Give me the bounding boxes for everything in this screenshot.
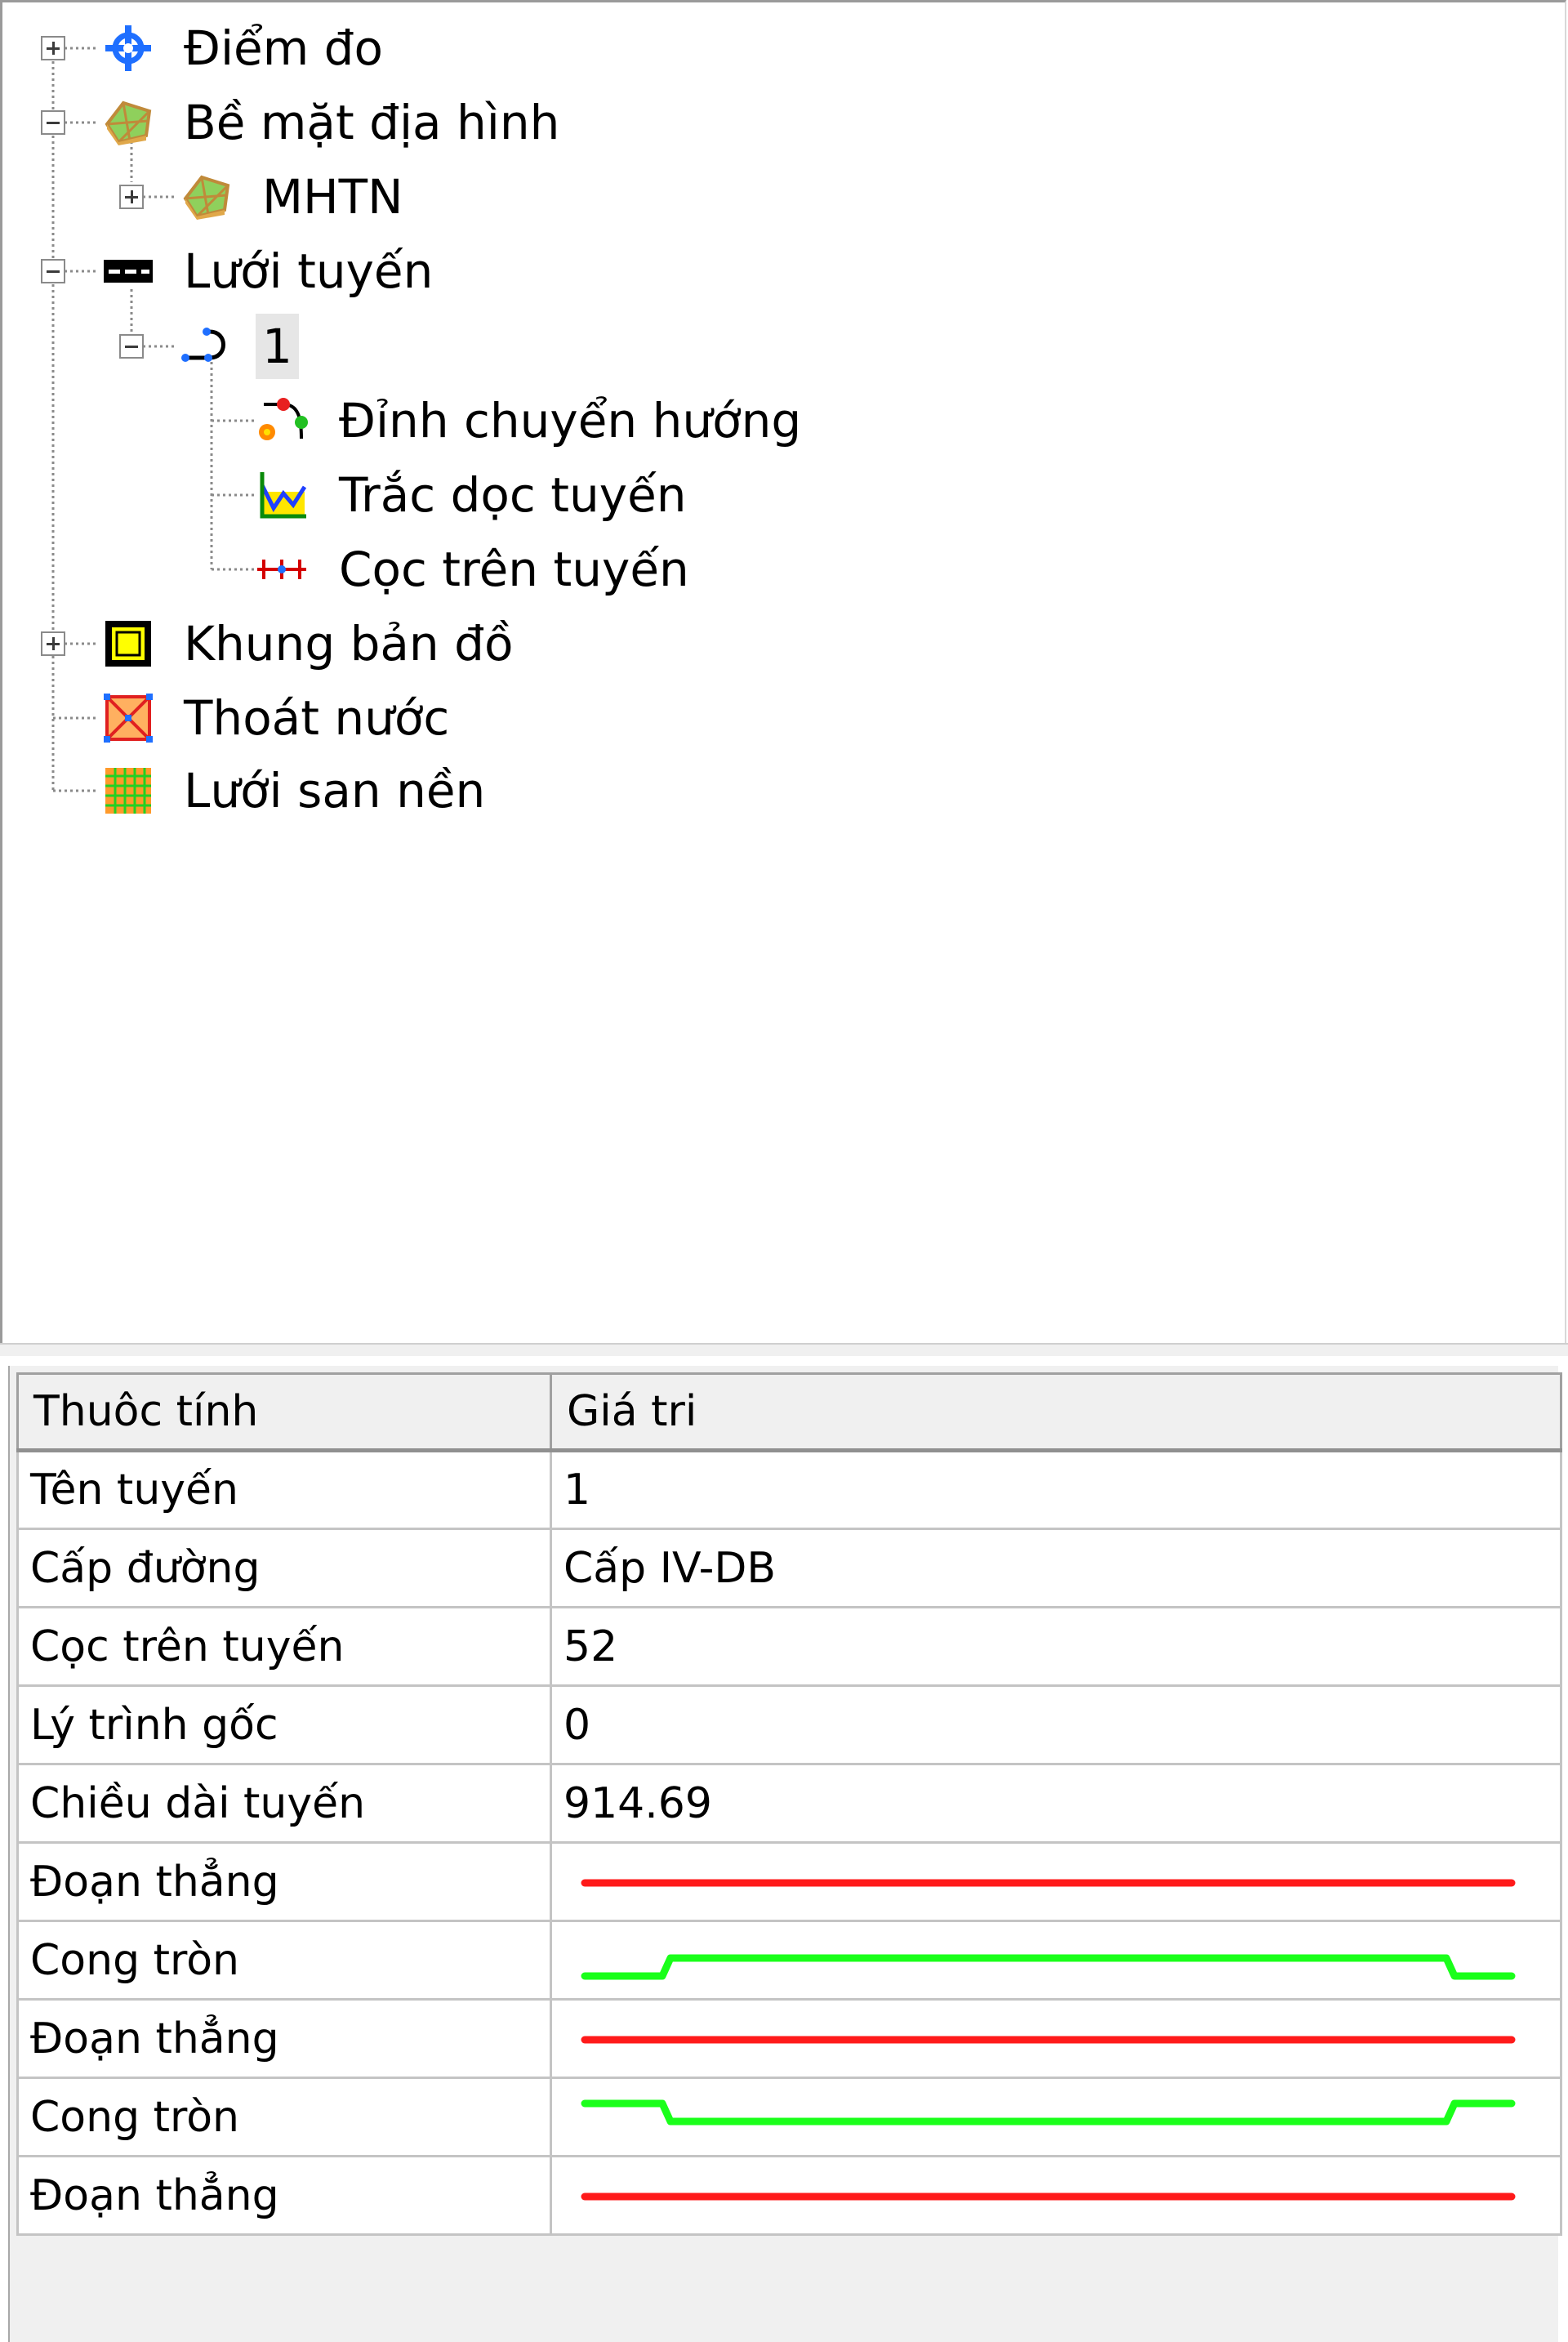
- property-name: Lý trình gốc: [16, 1684, 552, 1765]
- tree-node-khung-ban-do[interactable]: Khung bản đồ: [184, 611, 513, 676]
- panel-splitter[interactable]: [0, 1343, 1568, 1356]
- survey-point-icon: [102, 22, 154, 74]
- tree-node-trac-doc-tuyen[interactable]: Trắc dọc tuyến: [339, 462, 687, 528]
- collapse-toggle-luoi-tuyen[interactable]: [41, 259, 65, 283]
- collapse-toggle-be-mat-dia-hinh[interactable]: [41, 110, 65, 135]
- tree-node-label: Thoát nước: [184, 690, 450, 746]
- tree-node-label: Trắc dọc tuyến: [339, 467, 687, 523]
- tree-node-be-mat-dia-hinh[interactable]: Bề mặt địa hình: [184, 90, 559, 155]
- segment-graphic-cell[interactable]: [550, 1998, 1562, 2079]
- tree-node-label: Đỉnh chuyển hướng: [339, 393, 802, 448]
- property-name: Cong tròn: [16, 2077, 552, 2157]
- segment-graphic-cell[interactable]: [550, 2077, 1562, 2157]
- terrain-surface-icon: [102, 96, 154, 149]
- straight-segment-line: [581, 2193, 1516, 2200]
- property-row[interactable]: Chiều dài tuyến 914.69: [16, 1763, 1562, 1844]
- property-value[interactable]: Cấp IV-DB: [550, 1528, 1562, 1608]
- expand-toggle-khung-ban-do[interactable]: [41, 631, 65, 656]
- tree-node-label: Khung bản đồ: [184, 616, 514, 671]
- segment-graphic-cell[interactable]: [550, 2155, 1562, 2236]
- collapse-toggle-1[interactable]: [119, 334, 144, 359]
- tree-node-luoi-san-nen[interactable]: Lưới san nền: [184, 758, 485, 823]
- grading-grid-icon: [102, 765, 154, 817]
- column-header-property[interactable]: Thuôc tính: [16, 1372, 552, 1452]
- properties-grid: Thuôc tính Giá tri Tên tuyến 1 Cấp đường Cấ…: [16, 1372, 1562, 2236]
- straight-segment-line: [581, 2036, 1516, 2043]
- property-row[interactable]: Đoạn thẳng: [16, 2155, 1562, 2236]
- properties-panel: Thuôc tính Giá tri Tên tuyến 1 Cấp đường Cấ…: [8, 1366, 1562, 2342]
- property-value[interactable]: 0: [550, 1684, 1562, 1765]
- property-name: Đoạn thẳng: [16, 1998, 552, 2079]
- property-row[interactable]: Đoạn thẳng: [16, 1998, 1562, 2079]
- tree-node-coc-tren-tuyen[interactable]: Cọc trên tuyến: [339, 537, 689, 602]
- map-frame-icon: [102, 618, 154, 670]
- property-name: Đoạn thẳng: [16, 1841, 552, 1922]
- tree-node-diem-do[interactable]: Điểm đo: [184, 16, 383, 81]
- object-tree-panel[interactable]: Điểm đo Bề mặt địa hình MHTN Lưới tuyến 1 Đỉn…: [0, 0, 1566, 1343]
- tree-node-label: 1: [256, 314, 299, 379]
- turning-point-icon: [256, 395, 308, 447]
- tree-node-luoi-tuyen[interactable]: Lưới tuyến: [184, 239, 433, 304]
- property-row[interactable]: Đoạn thẳng: [16, 1841, 1562, 1922]
- straight-segment-line: [581, 1879, 1516, 1886]
- property-row[interactable]: Cọc trên tuyến 52: [16, 1606, 1562, 1687]
- property-name: Tên tuyến: [16, 1449, 552, 1530]
- tree-node-label: Lưới san nền: [184, 763, 486, 819]
- property-row[interactable]: Cong tròn: [16, 2077, 1562, 2157]
- route-network-icon: [102, 245, 154, 297]
- property-name: Cọc trên tuyến: [16, 1606, 552, 1687]
- tree-node-label: Điểm đo: [184, 20, 383, 76]
- terrain-surface-icon: [180, 171, 233, 223]
- property-value[interactable]: 52: [550, 1606, 1562, 1687]
- tree-node-1[interactable]: 1: [256, 314, 299, 379]
- property-name: Cấp đường: [16, 1528, 552, 1608]
- circular-curve-line: [581, 2099, 1516, 2125]
- expand-toggle-mhtn[interactable]: [119, 185, 144, 209]
- tree-node-label: MHTN: [262, 169, 403, 225]
- segment-graphic-cell[interactable]: [550, 1920, 1562, 2001]
- tree-node-label: Bề mặt địa hình: [184, 95, 560, 150]
- tree-node-dinh-chuyen-huong[interactable]: Đỉnh chuyển hướng: [339, 388, 801, 453]
- tree-node-mhtn[interactable]: MHTN: [262, 164, 403, 230]
- stations-icon: [256, 543, 308, 596]
- properties-header-row: Thuôc tính Giá tri: [16, 1372, 1562, 1452]
- tree-node-label: Lưới tuyến: [184, 243, 434, 299]
- segment-graphic-cell[interactable]: [550, 1841, 1562, 1922]
- property-row[interactable]: Tên tuyến 1: [16, 1449, 1562, 1530]
- profile-chart-icon: [256, 469, 308, 521]
- property-row[interactable]: Lý trình gốc 0: [16, 1684, 1562, 1765]
- circular-curve-line: [581, 1954, 1516, 1979]
- drainage-icon: [102, 692, 154, 744]
- property-value[interactable]: 1: [550, 1449, 1562, 1530]
- tree-node-label: Cọc trên tuyến: [339, 542, 689, 597]
- expand-toggle-diem-do[interactable]: [41, 36, 65, 60]
- property-row[interactable]: Cấp đường Cấp IV-DB: [16, 1528, 1562, 1608]
- property-name: Chiều dài tuyến: [16, 1763, 552, 1844]
- property-name: Đoạn thẳng: [16, 2155, 552, 2236]
- property-name: Cong tròn: [16, 1920, 552, 2001]
- tree-node-thoat-nuoc[interactable]: Thoát nước: [184, 685, 449, 751]
- column-header-value[interactable]: Giá tri: [550, 1372, 1562, 1452]
- property-value[interactable]: 914.69: [550, 1763, 1562, 1844]
- route-alignment-icon: [180, 320, 233, 372]
- property-row[interactable]: Cong tròn: [16, 1920, 1562, 2001]
